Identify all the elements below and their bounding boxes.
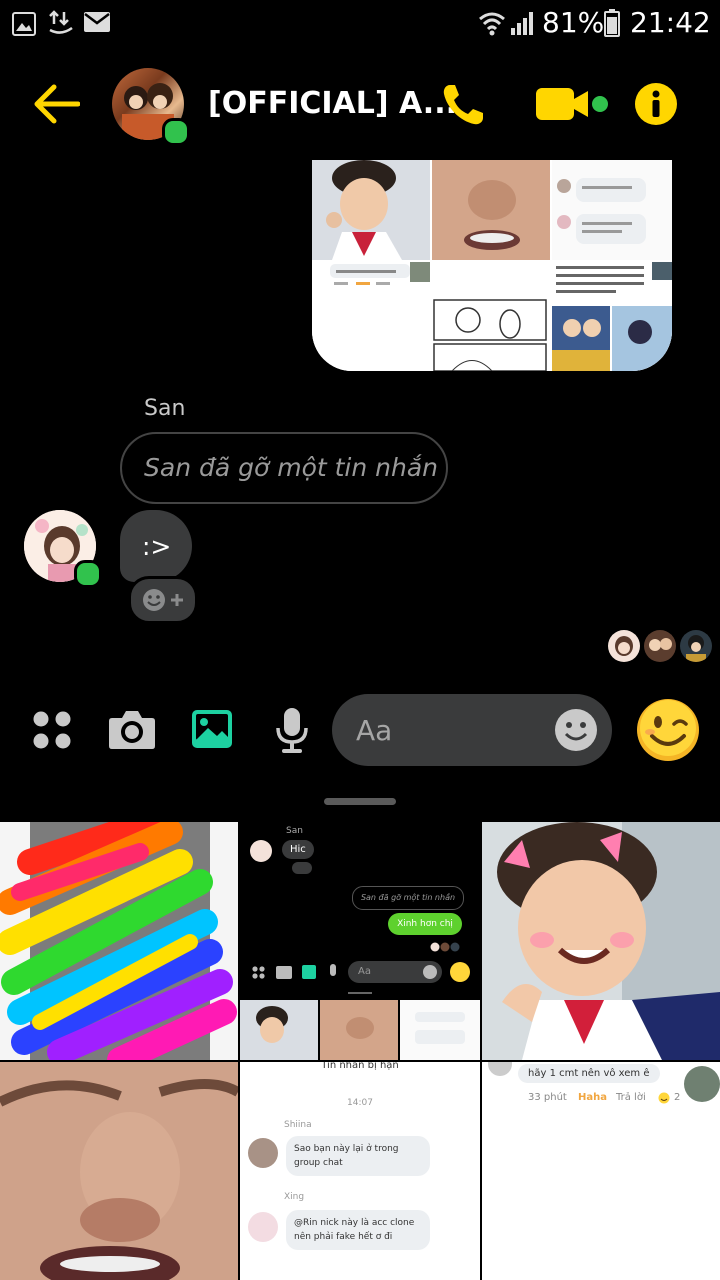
info-icon[interactable] — [634, 82, 678, 126]
video-call-icon[interactable] — [534, 86, 610, 124]
sender-online-indicator — [74, 560, 102, 588]
mail-notification-icon — [84, 12, 110, 32]
gallery-photo-2[interactable]: San Hic San đã gỡ một tin nhắn Xinh hơn … — [240, 822, 480, 1060]
shared-image-5[interactable] — [432, 262, 550, 371]
g2-images — [240, 1000, 480, 1060]
shared-image-1[interactable] — [312, 160, 430, 260]
g6-comment: hãy 1 cmt nên vô xem ê — [518, 1064, 660, 1083]
removed-message-bubble[interactable]: San đã gỡ một tin nhắn — [120, 432, 448, 504]
message-input[interactable]: Aa — [332, 694, 612, 766]
message-input-placeholder: Aa — [356, 714, 393, 747]
g2-avatar — [250, 840, 272, 862]
back-arrow-icon[interactable] — [34, 84, 80, 124]
clock: 21:42 — [630, 6, 711, 39]
g6-photo-thumb — [684, 1066, 720, 1102]
g6-haha-icon — [658, 1092, 670, 1104]
status-bar: 81% 21:42 — [0, 0, 720, 48]
g5-msg2: @Rin nick này là acc clone nên phải fake… — [286, 1210, 430, 1250]
signal-icon — [511, 12, 533, 35]
gallery-photo-1[interactable] — [0, 822, 238, 1060]
more-actions-icon[interactable] — [32, 710, 72, 750]
g2-msg: Hic — [282, 840, 314, 859]
g5-avatar1 — [248, 1138, 278, 1168]
battery-icon — [604, 9, 620, 37]
g2-removed: San đã gỡ một tin nhắn — [352, 886, 464, 910]
transfer-notification-icon — [49, 10, 73, 34]
shared-image-2[interactable] — [432, 160, 550, 260]
g5-avatar2 — [248, 1212, 278, 1242]
conversation-title[interactable]: [OFFICIAL] A... — [208, 86, 457, 121]
shared-image-6[interactable] — [552, 262, 672, 371]
shared-image-grid[interactable] — [312, 160, 672, 371]
g6-meta: 33 phút — [528, 1092, 567, 1103]
gallery-photo-3[interactable] — [482, 822, 720, 1060]
battery-percent: 81% — [542, 6, 605, 39]
wink-emoji-icon[interactable] — [636, 698, 700, 762]
add-reaction-button[interactable] — [128, 576, 198, 624]
g2-receipts — [430, 937, 470, 952]
gallery-photo-6[interactable]: hãy 1 cmt nên vô xem ê 33 phút Haha Trả … — [482, 1062, 720, 1280]
read-receipt-avatar-3 — [680, 630, 712, 662]
g2-handle — [348, 992, 372, 994]
g5-msg1: Sao bạn này lại ở trong group chat — [286, 1136, 430, 1176]
read-receipt-avatar-1 — [608, 630, 640, 662]
shared-image-4[interactable] — [312, 262, 430, 371]
sticker-icon[interactable] — [554, 708, 598, 752]
online-indicator — [162, 118, 190, 146]
removed-message-text: San đã gỡ một tin nhắn — [144, 453, 439, 482]
g2-sender: San — [286, 826, 303, 836]
g6-avatar — [488, 1062, 512, 1076]
g5-time: 14:07 — [347, 1098, 373, 1108]
shared-image-3[interactable] — [552, 160, 672, 260]
g6-count: 2 — [674, 1092, 681, 1103]
g5-user1: Shiina — [284, 1120, 312, 1130]
message-bubble[interactable]: :> — [120, 510, 192, 582]
g5-user2: Xing — [284, 1192, 305, 1202]
photo-gallery-icon[interactable] — [190, 708, 234, 750]
g2-reaction — [292, 862, 312, 874]
g2-reply: Xinh hơn chị — [388, 913, 462, 935]
gallery-notification-icon — [12, 12, 36, 36]
gallery-photo-5[interactable]: Tin nhắn bị hạn 14:07 Shiina Sao bạn này… — [240, 1062, 480, 1280]
read-receipt-avatar-2 — [644, 630, 676, 662]
gallery-photo-4[interactable] — [0, 1062, 238, 1280]
wifi-icon — [479, 12, 505, 36]
g2-placeholder: Aa — [358, 966, 371, 977]
microphone-icon[interactable] — [274, 706, 310, 754]
g6-reaction: Haha — [578, 1092, 607, 1103]
g6-reply: Trả lời — [616, 1092, 646, 1103]
message-text: :> — [142, 532, 172, 561]
sender-name: San — [144, 396, 186, 421]
camera-icon[interactable] — [108, 708, 156, 750]
phone-call-icon[interactable] — [440, 82, 486, 128]
g5-title: Tin nhắn bị hạn — [321, 1062, 399, 1071]
add-reaction-icon — [143, 589, 183, 611]
gallery-drag-handle[interactable] — [324, 798, 396, 805]
